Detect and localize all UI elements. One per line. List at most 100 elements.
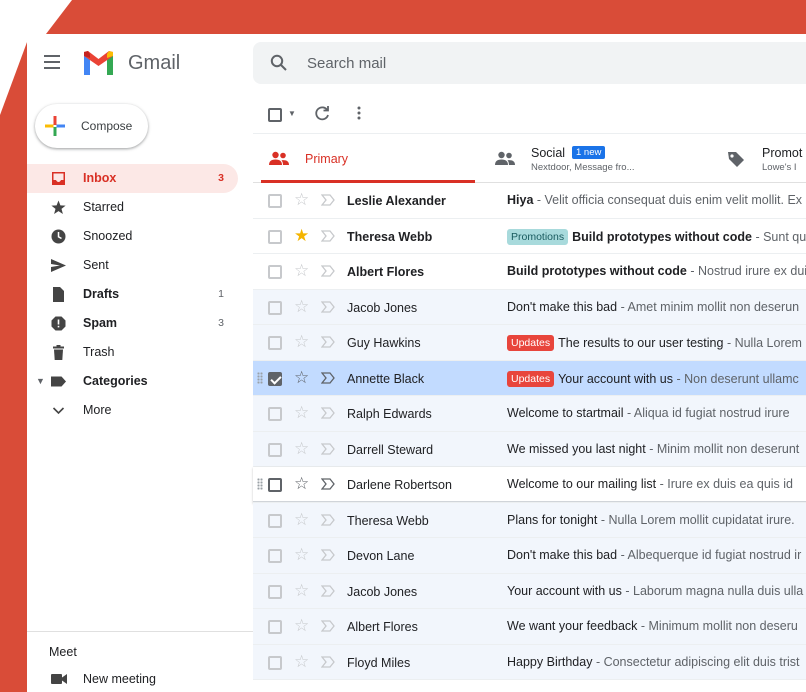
new-meeting-button[interactable]: New meeting [27,671,238,691]
star-icon[interactable]: ☆ [294,581,309,600]
email-preview: Hiya - Velit officia consequat duis enim… [507,193,802,207]
mail-list-area: ▼ Primary Social 1 new Nextdoor, Message… [253,92,806,692]
row-checkbox[interactable] [268,655,282,670]
star-icon[interactable]: ☆ [294,439,309,458]
row-checkbox[interactable] [268,584,282,599]
important-marker-icon[interactable] [321,264,335,278]
star-icon[interactable]: ☆ [294,297,309,316]
plus-icon [45,116,65,136]
tab-promotions[interactable]: Promot Lowe's I [718,135,806,183]
row-checkbox[interactable] [268,194,282,208]
search-icon[interactable] [270,54,288,72]
select-all-checkbox[interactable] [268,108,282,122]
important-marker-icon[interactable] [321,619,335,633]
important-marker-icon[interactable] [321,193,335,207]
star-icon[interactable]: ☆ [294,191,309,209]
important-marker-icon[interactable] [321,584,335,598]
email-preview: Your account with us - Laborum magna nul… [507,584,803,598]
snippet-separator: - [617,299,628,314]
email-row[interactable]: ☆ Albert Flores We want your feedback - Mi… [253,609,806,645]
sidebar-item-categories[interactable]: ▼ Categories [27,367,238,396]
star-icon[interactable]: ★ [294,226,309,245]
sidebar-item-label: Trash [83,345,115,359]
chevron-down-icon [52,407,65,415]
email-subject: Build prototypes without code [572,229,752,244]
email-subject: We want your feedback [507,619,638,633]
search-input[interactable] [307,53,787,73]
email-row[interactable]: ☆ Annette Black Updates Your account with u… [253,360,806,396]
star-icon[interactable]: ☆ [294,333,309,351]
email-row[interactable]: ☆ Jacob Jones Don't make this bad - Amet m… [253,289,806,325]
important-marker-icon[interactable] [321,406,335,420]
menu-icon[interactable] [41,51,63,73]
row-checkbox[interactable] [268,300,282,315]
sidebar-item-label: Drafts [83,287,120,301]
star-icon[interactable]: ☆ [294,652,309,671]
sidebar-item-sent[interactable]: Sent [27,251,238,280]
item-count: 3 [218,317,224,329]
sidebar-item-snoozed[interactable]: Snoozed [27,222,238,251]
email-sender: Albert Flores [347,620,418,634]
email-subject: Your account with us [558,371,673,386]
search-bar[interactable] [253,42,806,84]
sidebar-item-drafts[interactable]: Drafts 1 [27,280,238,309]
row-checkbox[interactable] [268,513,282,528]
tab-label: Social [531,146,566,160]
star-icon[interactable]: ☆ [294,262,309,280]
important-marker-icon[interactable] [321,229,335,243]
star-icon[interactable]: ☆ [294,617,309,635]
star-icon[interactable]: ☆ [294,475,309,493]
email-row[interactable]: ☆ Albert Flores Build prototypes without c… [253,254,806,290]
sidebar-item-more[interactable]: More [27,396,238,425]
email-row[interactable]: ☆ Theresa Webb Plans for tonight - Nulla L… [253,502,806,538]
email-row[interactable]: ☆ Floyd Miles Happy Birthday - Consectetur… [253,644,806,680]
email-preview: Welcome to startmail - Aliqua id fugiat … [507,406,790,420]
select-dropdown-icon[interactable]: ▼ [288,109,296,118]
email-row[interactable]: ☆ Guy Hawkins Updates The results to our us… [253,325,806,361]
caret-down-icon[interactable]: ▼ [36,376,45,386]
row-checkbox[interactable] [268,336,282,350]
star-icon[interactable]: ☆ [294,546,309,564]
email-row[interactable]: ☆ Devon Lane Don't make this bad - Albeque… [253,538,806,574]
email-sender: Ralph Edwards [347,407,432,421]
star-icon[interactable]: ☆ [294,510,309,529]
tab-senders: Nextdoor, Message fro... [531,162,635,173]
email-row[interactable]: ☆ Leslie Alexander Hiya - Velit officia co… [253,183,806,219]
row-checkbox[interactable] [268,478,282,492]
app-name: Gmail [128,52,181,74]
sidebar-item-trash[interactable]: Trash [27,338,238,367]
star-icon[interactable]: ☆ [294,404,309,422]
important-marker-icon[interactable] [321,300,335,314]
important-marker-icon[interactable] [321,548,335,562]
row-checkbox[interactable] [268,549,282,563]
sidebar-item-label: Starred [83,200,124,214]
star-icon[interactable]: ☆ [294,368,309,387]
compose-button[interactable]: Compose [35,104,148,148]
email-row[interactable]: ☆ Jacob Jones Your account with us - Labor… [253,573,806,609]
important-marker-icon[interactable] [321,477,335,491]
sidebar-item-starred[interactable]: Starred [27,193,238,222]
sidebar-item-spam[interactable]: Spam 3 [27,309,238,338]
refresh-icon[interactable] [313,104,331,122]
email-row[interactable]: ☆ Darrell Steward We missed you last night… [253,431,806,467]
important-marker-icon[interactable] [321,335,335,349]
tab-social[interactable]: Social 1 new Nextdoor, Message fro... [487,135,707,183]
row-checkbox[interactable] [268,407,282,421]
row-checkbox[interactable] [268,371,282,386]
email-row[interactable]: ☆ Ralph Edwards Welcome to startmail - Ali… [253,396,806,432]
email-sender: Guy Hawkins [347,336,421,350]
row-checkbox[interactable] [268,229,282,244]
important-marker-icon[interactable] [321,513,335,527]
more-vert-icon[interactable] [355,105,363,121]
email-row[interactable]: ☆ Darlene Robertson Welcome to our mailing… [253,467,806,503]
row-checkbox[interactable] [268,265,282,279]
row-checkbox[interactable] [268,442,282,457]
category-tabs: Primary Social 1 new Nextdoor, Message f… [253,135,806,183]
row-checkbox[interactable] [268,620,282,634]
important-marker-icon[interactable] [321,655,335,669]
sidebar-item-inbox[interactable]: Inbox 3 [27,164,238,193]
important-marker-icon[interactable] [321,442,335,456]
important-marker-icon[interactable] [321,371,335,385]
tab-primary[interactable]: Primary [261,135,475,183]
email-row[interactable]: ★ Theresa Webb Promotions Build prototypes … [253,218,806,254]
